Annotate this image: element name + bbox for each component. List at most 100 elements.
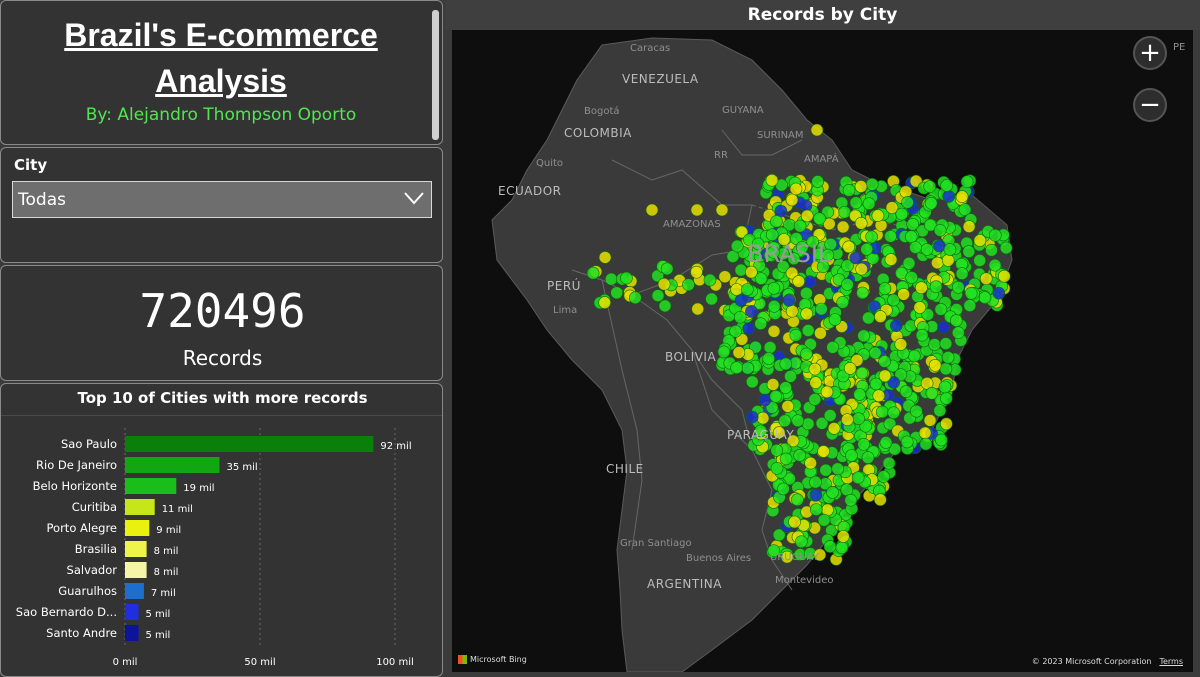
city-dot[interactable] bbox=[964, 286, 978, 300]
city-dot[interactable] bbox=[793, 449, 807, 462]
city-dot[interactable] bbox=[879, 436, 893, 449]
city-dot[interactable] bbox=[855, 366, 869, 380]
bar[interactable] bbox=[125, 436, 374, 452]
city-dot[interactable] bbox=[730, 361, 743, 375]
bar[interactable] bbox=[125, 457, 220, 473]
city-dot[interactable] bbox=[823, 409, 837, 422]
city-dot[interactable] bbox=[734, 263, 748, 277]
city-dot[interactable] bbox=[940, 417, 953, 431]
scrollbar[interactable] bbox=[432, 10, 439, 140]
city-dot[interactable] bbox=[900, 435, 914, 449]
city-dot[interactable] bbox=[658, 299, 672, 313]
city-dot[interactable] bbox=[933, 239, 946, 253]
city-dot[interactable] bbox=[598, 251, 612, 264]
city-dot[interactable] bbox=[931, 256, 944, 270]
city-dot[interactable] bbox=[781, 400, 795, 413]
city-dot[interactable] bbox=[791, 493, 804, 507]
city-dot[interactable] bbox=[992, 286, 1006, 300]
city-dot[interactable] bbox=[999, 241, 1013, 255]
bar[interactable] bbox=[125, 625, 139, 641]
city-dot[interactable] bbox=[800, 286, 813, 300]
bar[interactable] bbox=[125, 604, 139, 620]
city-dot[interactable] bbox=[853, 388, 866, 401]
city-dot[interactable] bbox=[657, 277, 671, 291]
city-dot[interactable] bbox=[942, 190, 956, 203]
city-dot[interactable] bbox=[878, 282, 892, 295]
city-dot[interactable] bbox=[779, 357, 793, 371]
city-dot[interactable] bbox=[934, 303, 948, 316]
city-dot[interactable] bbox=[901, 196, 914, 209]
city-dot[interactable] bbox=[854, 180, 868, 193]
city-dot[interactable] bbox=[809, 475, 822, 489]
city-dot[interactable] bbox=[904, 230, 918, 243]
city-dot[interactable] bbox=[765, 173, 779, 187]
city-dot[interactable] bbox=[937, 320, 950, 334]
city-dot[interactable] bbox=[836, 220, 850, 234]
city-dot[interactable] bbox=[803, 275, 817, 288]
city-dot[interactable] bbox=[978, 291, 992, 304]
city-dot[interactable] bbox=[730, 239, 744, 253]
city-dot[interactable] bbox=[810, 123, 824, 137]
city-dot[interactable] bbox=[941, 351, 955, 364]
city-dot[interactable] bbox=[951, 280, 965, 294]
bar[interactable] bbox=[125, 562, 147, 578]
city-dot[interactable] bbox=[620, 271, 633, 285]
city-dot[interactable] bbox=[897, 287, 910, 301]
city-dot[interactable] bbox=[906, 218, 920, 231]
city-dot[interactable] bbox=[785, 193, 799, 207]
city-dot[interactable] bbox=[766, 378, 780, 391]
city-dot[interactable] bbox=[843, 361, 857, 375]
city-dot[interactable] bbox=[800, 347, 813, 361]
city-dot[interactable] bbox=[815, 302, 828, 316]
city-dot[interactable] bbox=[741, 283, 754, 296]
city-dot[interactable] bbox=[907, 349, 921, 363]
city-dot[interactable] bbox=[940, 179, 954, 192]
city-dot[interactable] bbox=[849, 251, 863, 265]
city-dot[interactable] bbox=[745, 410, 759, 424]
city-dot[interactable] bbox=[973, 234, 987, 247]
city-dot[interactable] bbox=[770, 443, 784, 457]
bar[interactable] bbox=[125, 499, 155, 515]
city-dot[interactable] bbox=[789, 182, 803, 196]
city-dot[interactable] bbox=[988, 258, 1002, 272]
city-dot[interactable] bbox=[784, 370, 797, 383]
city-dot[interactable] bbox=[745, 305, 758, 318]
city-dot[interactable] bbox=[924, 197, 938, 210]
city-dot[interactable] bbox=[808, 393, 822, 406]
city-dot[interactable] bbox=[865, 230, 878, 244]
city-dot[interactable] bbox=[660, 262, 674, 276]
city-dot[interactable] bbox=[985, 243, 998, 257]
city-dot[interactable] bbox=[754, 317, 768, 331]
city-dot[interactable] bbox=[878, 355, 891, 368]
city-dot[interactable] bbox=[909, 241, 922, 254]
bar[interactable] bbox=[125, 541, 147, 557]
city-dot[interactable] bbox=[629, 291, 642, 305]
zoom-in-button[interactable]: + bbox=[1133, 36, 1167, 70]
city-dot[interactable] bbox=[823, 540, 837, 553]
city-dot[interactable] bbox=[933, 224, 947, 237]
city-dot[interactable] bbox=[734, 294, 748, 307]
city-dot[interactable] bbox=[960, 175, 974, 188]
city-dot[interactable] bbox=[860, 243, 874, 256]
city-dot[interactable] bbox=[765, 228, 779, 241]
city-dot[interactable] bbox=[789, 328, 803, 342]
city-dot[interactable] bbox=[905, 271, 919, 284]
city-dot[interactable] bbox=[813, 212, 826, 225]
city-dot[interactable] bbox=[777, 482, 790, 496]
city-dot[interactable] bbox=[800, 307, 814, 321]
city-dot[interactable] bbox=[910, 404, 923, 418]
city-dot[interactable] bbox=[717, 345, 731, 359]
city-dot[interactable] bbox=[651, 289, 665, 302]
city-dot[interactable] bbox=[861, 451, 875, 464]
city-dot[interactable] bbox=[767, 281, 781, 295]
city-dot[interactable] bbox=[872, 389, 886, 403]
city-dot[interactable] bbox=[586, 266, 600, 280]
city-dot[interactable] bbox=[800, 209, 814, 223]
city-dot[interactable] bbox=[817, 445, 830, 458]
city-dot[interactable] bbox=[962, 220, 976, 233]
city-dot[interactable] bbox=[925, 386, 939, 400]
city-dot[interactable] bbox=[939, 362, 953, 376]
city-dot[interactable] bbox=[955, 267, 969, 280]
city-dot[interactable] bbox=[827, 422, 841, 435]
city-dot[interactable] bbox=[935, 433, 948, 447]
